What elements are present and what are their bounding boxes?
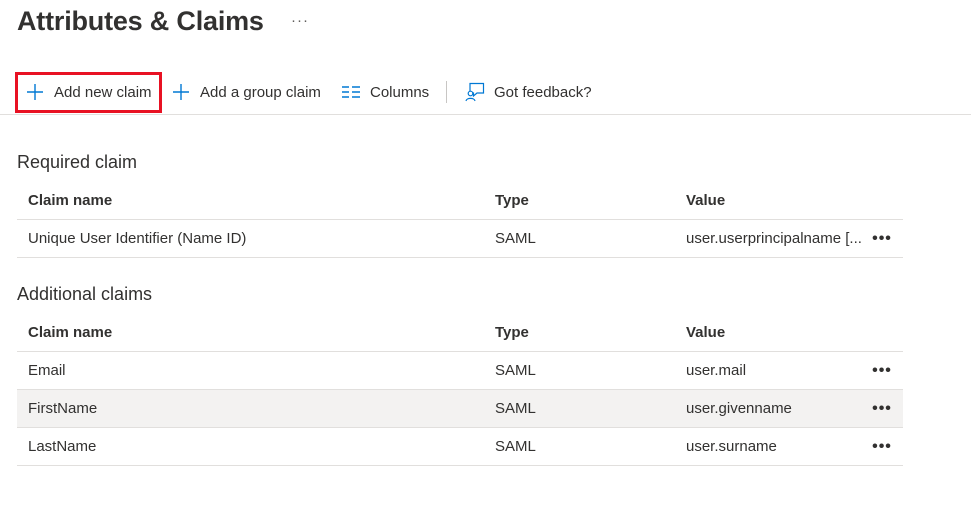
feedback-icon bbox=[464, 81, 486, 103]
column-header-value[interactable]: Value bbox=[686, 313, 864, 351]
column-header-claim-name[interactable]: Claim name bbox=[28, 181, 478, 219]
highlight-box bbox=[15, 72, 162, 113]
additional-claims-heading: Additional claims bbox=[17, 284, 153, 304]
claim-type-cell: SAML bbox=[495, 438, 536, 455]
claim-value-cell: user.givenname bbox=[686, 400, 792, 417]
plus-icon bbox=[170, 81, 192, 103]
claim-type-cell: SAML bbox=[495, 362, 536, 379]
required-claim-heading: Required claim bbox=[17, 152, 138, 172]
more-options-icon[interactable]: ··· bbox=[291, 12, 309, 29]
toolbar-divider bbox=[446, 81, 447, 103]
page-title: Attributes & Claims bbox=[17, 6, 264, 36]
table-header: Claim name Type Value bbox=[17, 313, 903, 352]
table-row[interactable]: Unique User Identifier (Name ID) SAML us… bbox=[17, 220, 903, 258]
feedback-label: Got feedback? bbox=[494, 83, 592, 101]
table-row[interactable]: FirstName SAML user.givenname ••• bbox=[17, 390, 903, 428]
claim-value-cell: user.userprincipalname [... bbox=[686, 230, 862, 247]
column-header-type[interactable]: Type bbox=[495, 313, 675, 351]
row-more-icon[interactable]: ••• bbox=[869, 220, 895, 257]
column-header-value[interactable]: Value bbox=[686, 181, 864, 219]
add-group-claim-button[interactable]: Add a group claim bbox=[170, 70, 321, 114]
column-header-type[interactable]: Type bbox=[495, 181, 675, 219]
table-row[interactable]: Email SAML user.mail ••• bbox=[17, 352, 903, 390]
claim-name-cell: LastName bbox=[28, 438, 97, 455]
claim-type-cell: SAML bbox=[495, 230, 536, 247]
required-claims-table: Claim name Type Value Unique User Identi… bbox=[17, 181, 903, 258]
row-more-icon[interactable]: ••• bbox=[869, 428, 895, 465]
claim-value-cell: user.surname bbox=[686, 438, 777, 455]
row-more-icon[interactable]: ••• bbox=[869, 390, 895, 427]
claim-value-cell: user.mail bbox=[686, 362, 747, 379]
additional-claims-table: Claim name Type Value Email SAML user.ma… bbox=[17, 313, 903, 466]
columns-label: Columns bbox=[370, 83, 430, 101]
claim-name-cell: Email bbox=[28, 362, 66, 379]
claim-name-cell: FirstName bbox=[28, 400, 98, 417]
columns-button[interactable]: Columns bbox=[340, 70, 429, 114]
columns-icon bbox=[340, 81, 362, 103]
feedback-button[interactable]: Got feedback? bbox=[464, 70, 592, 114]
add-group-claim-label: Add a group claim bbox=[200, 83, 321, 101]
claim-type-cell: SAML bbox=[495, 400, 536, 417]
row-more-icon[interactable]: ••• bbox=[869, 352, 895, 389]
column-header-claim-name[interactable]: Claim name bbox=[28, 313, 478, 351]
table-header: Claim name Type Value bbox=[17, 181, 903, 220]
claim-name-cell: Unique User Identifier (Name ID) bbox=[28, 230, 247, 247]
table-row[interactable]: LastName SAML user.surname ••• bbox=[17, 428, 903, 466]
